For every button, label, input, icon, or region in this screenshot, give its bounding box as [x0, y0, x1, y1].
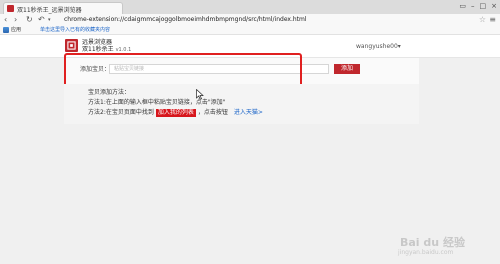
address-bar[interactable]: chrome-extension://cdaigmmcajoggolbmoeim…	[64, 15, 307, 24]
add-button[interactable]: 添加	[334, 64, 360, 74]
forward-icon[interactable]: ›	[14, 15, 17, 25]
method-2-prefix: 方法2:在宝贝页面中找到	[88, 109, 154, 116]
tab-strip: 双11秒杀王_远景浏览器 ▭ – □ ×	[0, 0, 500, 15]
dropdown-icon[interactable]: ▾	[48, 15, 51, 25]
watermark-url: jingyan.baidu.com	[398, 249, 454, 256]
brand-name: 远景浏览器	[82, 39, 113, 46]
enter-tmall-link[interactable]: 进入天猫>	[234, 109, 263, 117]
tab-favicon-icon	[7, 5, 14, 12]
help-section: 宝贝添加方法： 方法1:在上面的输入框中粘贴宝贝链接，点击"添加" 方法2:在宝…	[64, 84, 419, 124]
undo-icon[interactable]: ↶	[38, 15, 45, 25]
app-title: 双11秒杀王	[82, 46, 114, 53]
import-bookmarks-link[interactable]: 单击这里导入已有的收藏夹内容	[40, 26, 110, 34]
bookmark-star-icon[interactable]: ☆	[479, 14, 486, 25]
logo-mark-icon	[67, 41, 76, 50]
minimize-icon[interactable]: –	[471, 2, 475, 10]
add-to-list-badge: 加入我的列表	[155, 109, 196, 117]
bookmarks-bar: 应用 单击这里导入已有的收藏夹内容	[0, 26, 500, 35]
tab-title: 双11秒杀王_远景浏览器	[17, 7, 82, 14]
logo	[65, 39, 78, 52]
restore-icon[interactable]: ▭	[459, 2, 466, 10]
watermark: Bai du 经验	[400, 236, 465, 249]
window-controls: ▭ – □ ×	[459, 2, 497, 10]
apps-label[interactable]: 应用	[11, 26, 21, 34]
user-menu[interactable]: wangyushe00▾	[356, 43, 401, 50]
back-icon[interactable]: ‹	[4, 15, 7, 25]
method-1-text: 方法1:在上面的输入框中粘贴宝贝链接，点击"添加"	[88, 99, 226, 106]
close-icon[interactable]: ×	[491, 2, 497, 10]
apps-icon[interactable]	[3, 27, 9, 33]
method-2-suffix: ，点击按钮	[197, 109, 228, 116]
help-title: 宝贝添加方法：	[88, 89, 131, 96]
method-2-line: 方法2:在宝贝页面中找到 加入我的列表 ，点击按钮 进入天猫>	[88, 109, 263, 117]
reload-icon[interactable]: ↻	[26, 15, 33, 25]
mouse-cursor-icon	[196, 89, 204, 100]
maximize-icon[interactable]: □	[480, 2, 487, 10]
menu-icon[interactable]: ≡	[489, 14, 496, 25]
